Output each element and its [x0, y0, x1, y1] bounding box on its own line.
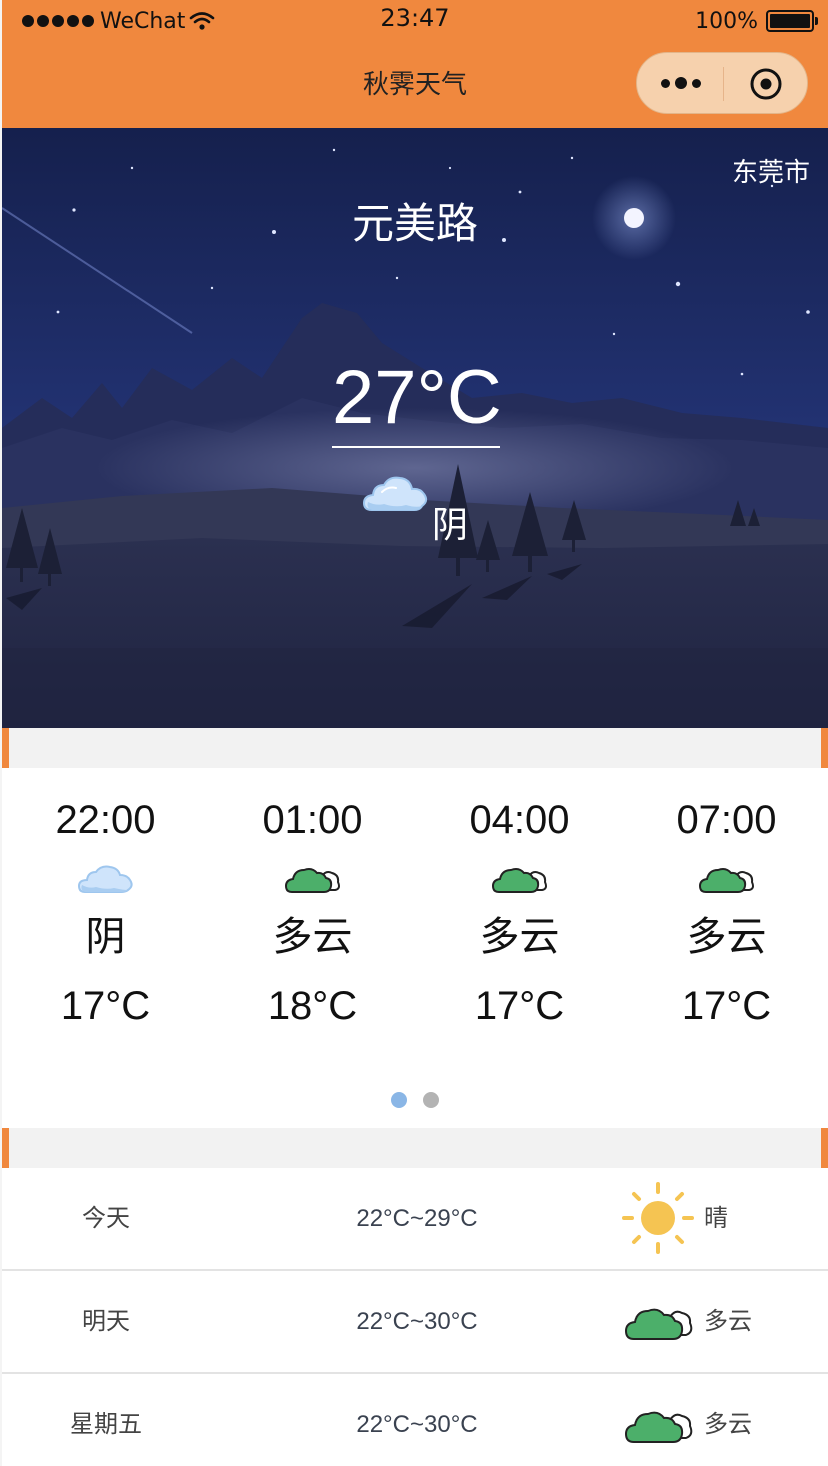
day-name: 星期五: [70, 1410, 142, 1438]
section-divider: [2, 1128, 828, 1168]
day-condition: 多云: [704, 1307, 752, 1335]
current-temperature: 27°C: [332, 350, 502, 448]
battery-percent: 100%: [695, 8, 758, 34]
partly-cloudy-icon: [624, 1411, 693, 1443]
partly-cloudy-icon: [284, 868, 340, 893]
daily-row[interactable]: 星期五 22°C~30°C 多云: [2, 1374, 828, 1466]
partly-cloudy-icon: [624, 1308, 693, 1340]
day-name: 今天: [82, 1204, 130, 1232]
city-name[interactable]: 东莞市: [732, 152, 810, 189]
target-close-icon[interactable]: [749, 67, 783, 101]
hour-time: 01:00: [262, 798, 363, 842]
hourly-item: 01:00 多云 18°C: [209, 796, 416, 1030]
hourly-forecast[interactable]: 22:00 阴 17°C 01:00 多云 18°C 04:00 多云 17°C…: [2, 768, 828, 1126]
daily-row[interactable]: 明天 22°C~30°C 多云: [2, 1271, 828, 1374]
street-name: 元美路: [351, 199, 478, 248]
temperature-range: 22°C~30°C: [356, 1308, 478, 1335]
temperature-range: 22°C~29°C: [356, 1205, 478, 1232]
daily-forecast-list: 今天 22°C~29°C 晴 明天 22°C~30°C 多云 星期五 22°C~…: [2, 1168, 828, 1466]
day-condition: 晴: [704, 1204, 728, 1232]
partly-cloudy-icon: [491, 868, 547, 893]
top-bar: WeChat 23:47 100% 秋霁天气: [2, 0, 828, 128]
hourly-pager: [2, 1092, 828, 1108]
partly-cloudy-icon: [698, 868, 754, 893]
daily-row[interactable]: 今天 22°C~29°C 晴: [2, 1168, 828, 1271]
hour-temperature: 18°C: [267, 984, 358, 1028]
sun-icon: [622, 1182, 694, 1254]
overcast-cloud-icon: [362, 476, 428, 511]
pager-dot[interactable]: [423, 1092, 439, 1108]
status-bar-right: 100%: [695, 6, 818, 36]
current-weather-hero: 东莞市 元美路 27°C 阴: [2, 128, 828, 728]
battery-icon: [766, 10, 818, 32]
hour-time: 04:00: [469, 798, 570, 842]
hourly-item: 22:00 阴 17°C: [2, 796, 209, 1030]
day-condition: 多云: [704, 1410, 752, 1438]
capsule-divider: [723, 67, 724, 101]
hour-condition: 阴: [85, 914, 126, 960]
hour-condition: 多云: [479, 914, 560, 960]
hour-temperature: 17°C: [474, 984, 565, 1028]
hourly-item: 04:00 多云 17°C: [416, 796, 623, 1030]
hour-condition: 多云: [686, 914, 767, 960]
more-dots-icon[interactable]: [657, 71, 705, 95]
hour-temperature: 17°C: [681, 984, 772, 1028]
hour-time: 22:00: [55, 798, 156, 842]
overcast-cloud-icon: [77, 865, 133, 893]
hour-time: 07:00: [676, 798, 777, 842]
hour-condition: 多云: [272, 914, 353, 960]
hour-temperature: 17°C: [60, 984, 151, 1028]
miniprogram-capsule: [636, 52, 808, 114]
pager-dot-active[interactable]: [391, 1092, 407, 1108]
day-name: 明天: [82, 1307, 130, 1335]
current-condition: 阴: [432, 505, 469, 546]
hourly-item: 07:00 多云 17°C: [623, 796, 828, 1030]
section-divider: [2, 728, 828, 768]
temperature-range: 22°C~30°C: [356, 1411, 478, 1438]
